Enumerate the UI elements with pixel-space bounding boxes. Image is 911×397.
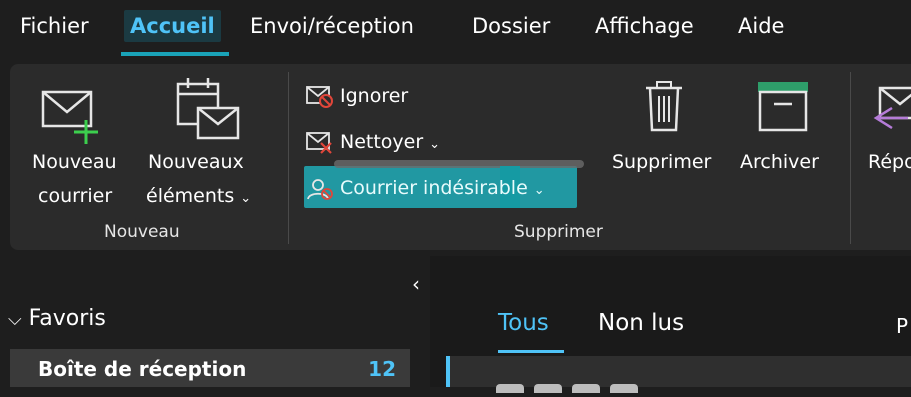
ignore-icon <box>306 86 333 108</box>
tab-underline <box>498 350 564 353</box>
tab-non-lus[interactable]: Non lus <box>598 310 684 336</box>
new-mail-icon <box>41 90 98 144</box>
junk-label: Courrier indésirable <box>340 177 528 199</box>
inbox-label: Boîte de réception <box>38 357 247 381</box>
tab-tous[interactable]: Tous <box>498 310 549 336</box>
chevron-down-icon: ⌄ <box>533 183 545 198</box>
sort-label-partial[interactable]: P <box>896 314 908 338</box>
selected-row-accent <box>446 356 450 387</box>
unread-count-badge: 12 <box>368 357 396 381</box>
menu-dossier[interactable]: Dossier <box>472 14 550 38</box>
new-items-label-2-wrap: éléments ⌄ <box>146 180 251 215</box>
trash-icon <box>646 81 682 132</box>
new-items-label-2: éléments <box>146 185 235 207</box>
new-items-icon <box>176 78 240 140</box>
archive-icon <box>758 82 808 132</box>
menu-fichier[interactable]: Fichier <box>20 14 89 38</box>
archive-label: Archiver <box>740 151 819 173</box>
new-mail-label-2: courrier <box>38 185 113 207</box>
junk-person-icon <box>307 179 333 200</box>
ribbon-separator <box>288 72 289 244</box>
ribbon-separator <box>850 72 851 244</box>
favorites-label: Favoris <box>28 306 106 331</box>
chevron-down-icon: ⌄ <box>240 191 252 206</box>
reply-icon <box>873 86 911 130</box>
junk-label-wrap: Courrier indésirable ⌄ <box>340 172 545 207</box>
delete-label: Supprimer <box>612 151 712 173</box>
reply-label-partial: Répo <box>868 151 911 173</box>
menu-affichage[interactable]: Affichage <box>595 14 694 38</box>
cleanup-label: Nettoyer <box>340 131 424 153</box>
cleanup-label-wrap: Nettoyer ⌄ <box>340 126 440 161</box>
collapse-pane-icon[interactable]: ‹ <box>412 272 420 296</box>
group-label-supprimer: Supprimer <box>514 222 603 242</box>
folder-item-inbox[interactable]: Boîte de réception 12 <box>10 349 410 387</box>
ignore-label: Ignorer <box>340 85 409 107</box>
junk-scribble <box>334 160 584 168</box>
chevron-down-icon: ⌵ <box>8 309 22 330</box>
menu-aide[interactable]: Aide <box>738 14 784 38</box>
new-mail-label-1: Nouveau <box>32 151 117 173</box>
menu-envoi-reception[interactable]: Envoi/réception <box>250 14 414 38</box>
menu-bar: Fichier Accueil Envoi/réception Dossier … <box>0 0 911 56</box>
active-tab-underline <box>121 52 229 56</box>
menu-accueil[interactable]: Accueil <box>124 10 221 42</box>
cleanup-icon <box>306 132 332 154</box>
message-sender-cutoff <box>496 378 696 393</box>
chevron-down-icon: ⌄ <box>429 137 441 152</box>
favorites-header[interactable]: ⌵ Favoris <box>8 306 106 331</box>
new-items-label-1: Nouveaux <box>148 151 244 173</box>
group-label-nouveau: Nouveau <box>104 222 180 242</box>
